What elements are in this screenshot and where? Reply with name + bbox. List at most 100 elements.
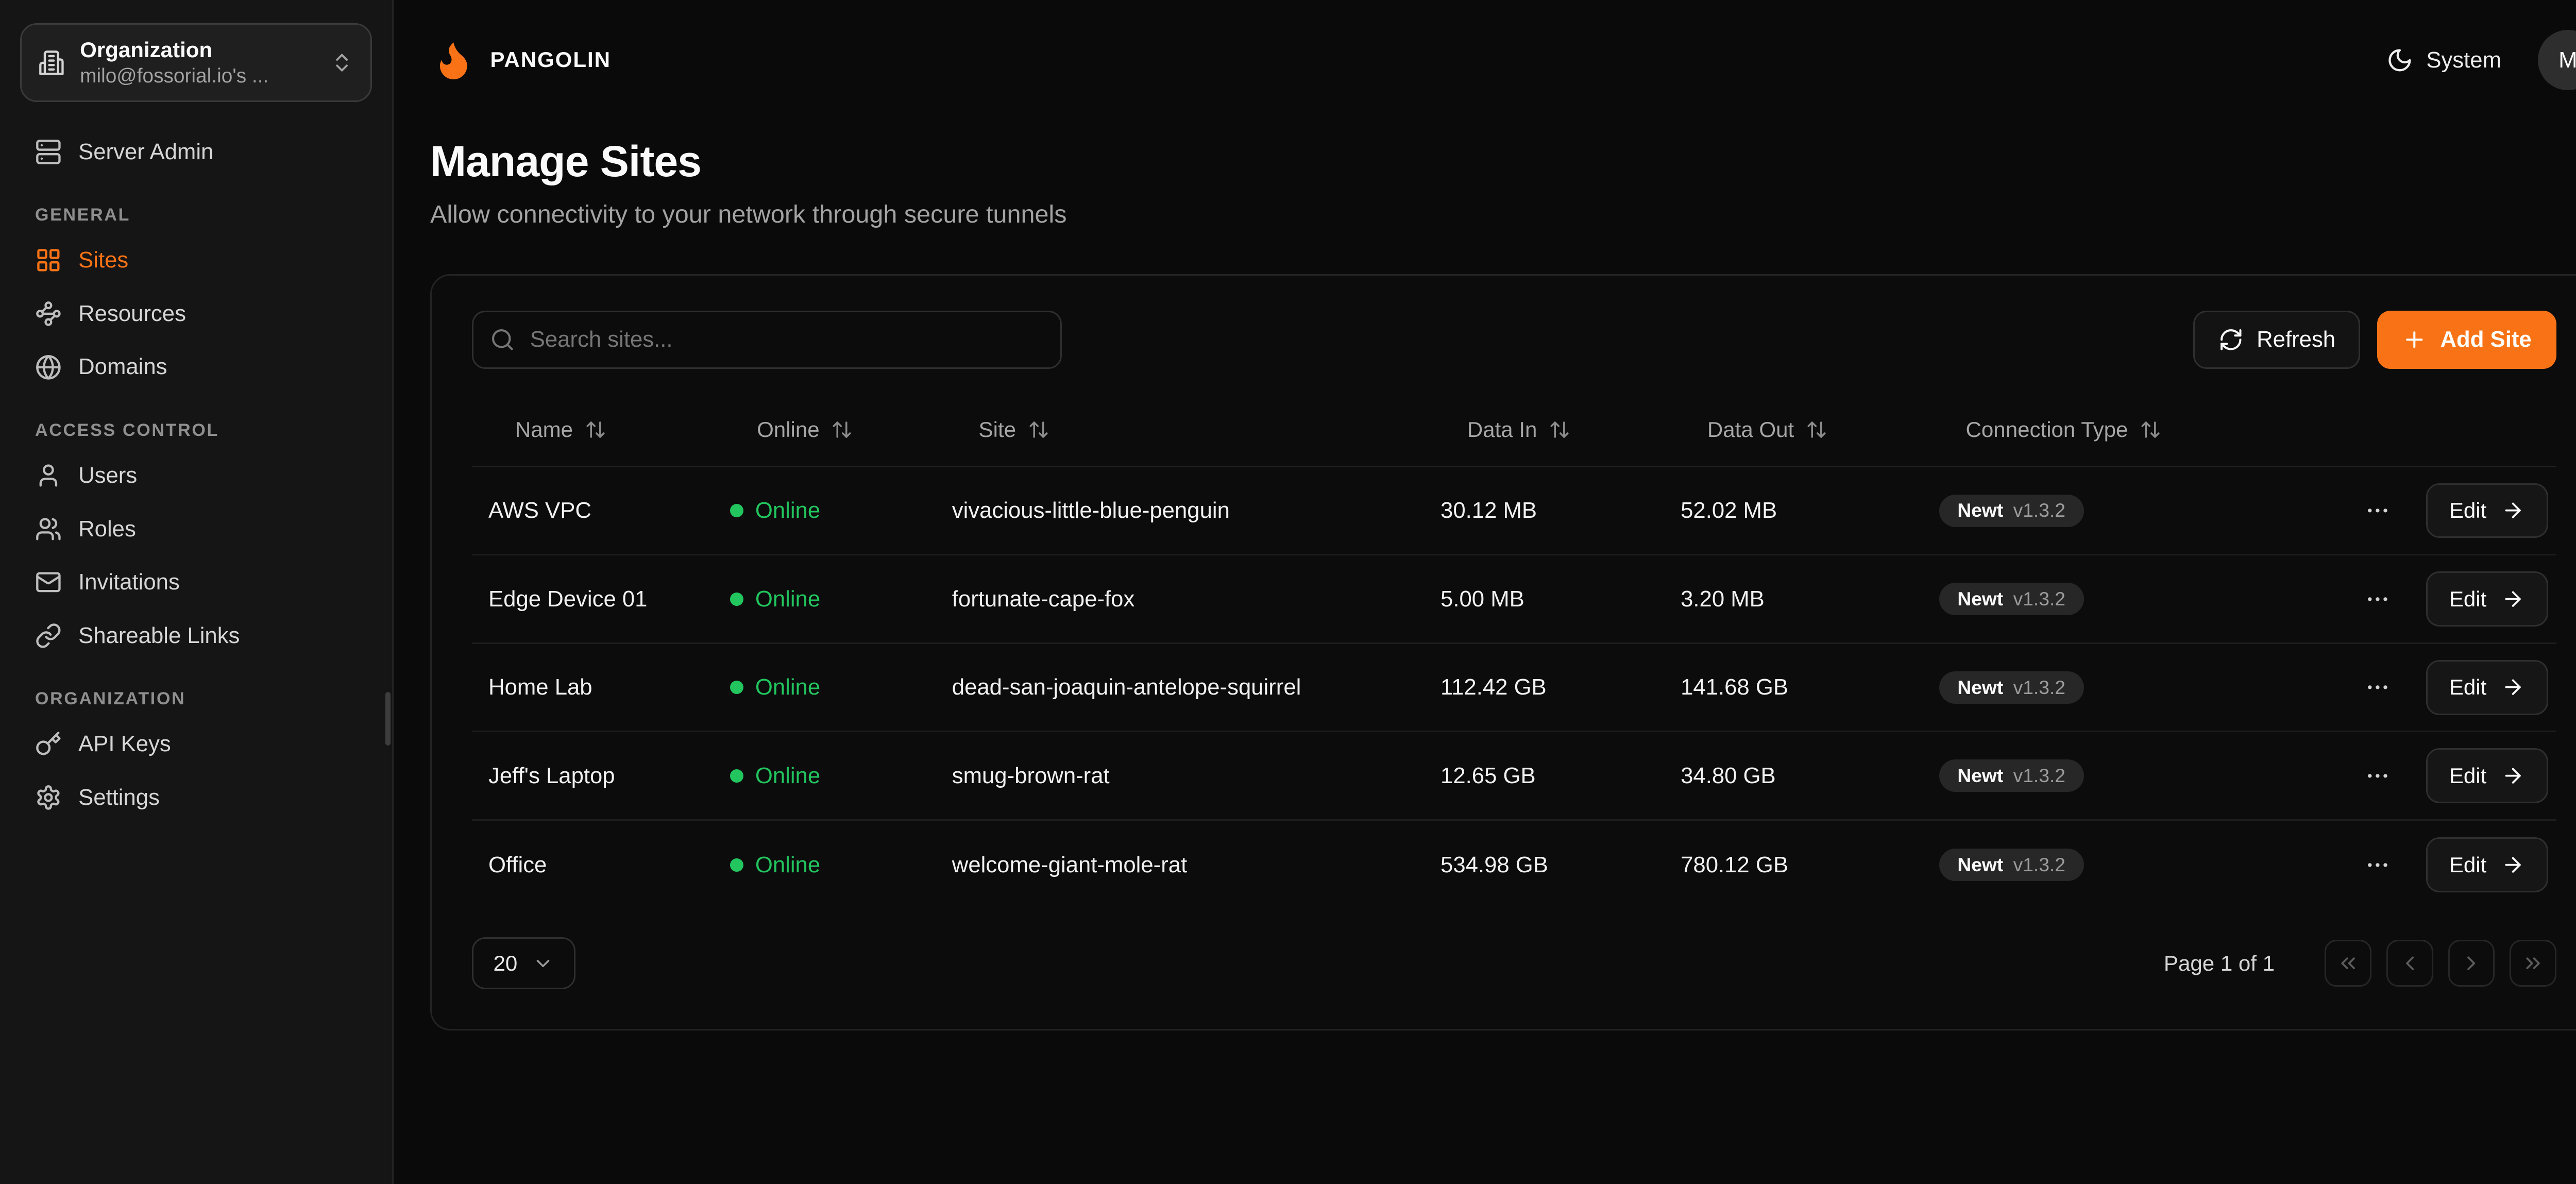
- column-header-label: Data In: [1467, 417, 1537, 442]
- sidebar-item-server-admin[interactable]: Server Admin: [20, 125, 372, 179]
- pagination: Page 1 of 1: [2164, 940, 2556, 987]
- column-header-online[interactable]: Online: [730, 417, 952, 442]
- sidebar-item-shareable-links[interactable]: Shareable Links: [20, 609, 372, 663]
- edit-button[interactable]: Edit: [2426, 748, 2548, 803]
- arrow-right-icon: [2501, 853, 2524, 876]
- edit-button[interactable]: Edit: [2426, 837, 2548, 892]
- sidebar-item-resources[interactable]: Resources: [20, 287, 372, 341]
- page-size-value: 20: [494, 951, 518, 976]
- column-header-connection-type[interactable]: Connection Type: [1939, 417, 2358, 442]
- data-out-cell: 34.80 GB: [1681, 763, 1939, 789]
- last-page-button[interactable]: [2510, 940, 2556, 987]
- edit-button-label: Edit: [2449, 498, 2486, 523]
- theme-toggle-button[interactable]: System: [2386, 47, 2501, 74]
- row-menu-button[interactable]: [2358, 490, 2398, 531]
- data-out-cell: 3.20 MB: [1681, 586, 1939, 612]
- user-icon: [35, 462, 62, 489]
- edit-button-label: Edit: [2449, 853, 2486, 877]
- sidebar-scrollbar-thumb[interactable]: [385, 692, 391, 746]
- sidebar: Organization milo@fossorial.io's ... Ser…: [0, 0, 394, 1184]
- sidebar-item-domains[interactable]: Domains: [20, 341, 372, 394]
- sidebar-item-settings[interactable]: Settings: [20, 771, 372, 824]
- add-site-button[interactable]: Add Site: [2377, 311, 2556, 369]
- chevron-left-icon: [2398, 952, 2421, 975]
- chevron-right-icon: [2460, 952, 2483, 975]
- sidebar-item-roles[interactable]: Roles: [20, 502, 372, 556]
- row-menu-button[interactable]: [2358, 667, 2398, 707]
- org-selector-subtitle: milo@fossorial.io's ...: [80, 64, 315, 89]
- page-size-select[interactable]: 20: [472, 937, 576, 989]
- sidebar-item-invitations[interactable]: Invitations: [20, 555, 372, 609]
- row-menu-button[interactable]: [2358, 579, 2398, 619]
- site-tunnel-name-cell: fortunate-cape-fox: [952, 586, 1440, 612]
- column-header-site[interactable]: Site: [952, 417, 1440, 442]
- ellipsis-icon: [2364, 852, 2391, 878]
- refresh-button[interactable]: Refresh: [2193, 311, 2360, 369]
- table-footer: 20 Page 1 of 1: [472, 937, 2556, 989]
- sidebar-section-access-control: ACCESS CONTROL: [35, 420, 357, 441]
- add-site-button-label: Add Site: [2441, 327, 2532, 352]
- column-header-data-out[interactable]: Data Out: [1681, 417, 1939, 442]
- data-out-cell: 52.02 MB: [1681, 498, 1939, 523]
- sidebar-item-label: Users: [78, 463, 137, 488]
- org-selector[interactable]: Organization milo@fossorial.io's ...: [20, 23, 372, 102]
- moon-icon: [2386, 47, 2413, 74]
- column-header-name[interactable]: Name: [488, 417, 730, 442]
- search-icon: [490, 327, 515, 352]
- toolbar-actions: Refresh Add Site: [2193, 311, 2556, 369]
- sidebar-item-sites[interactable]: Sites: [20, 234, 372, 287]
- site-tunnel-name-cell: welcome-giant-mole-rat: [952, 852, 1440, 878]
- row-menu-button[interactable]: [2358, 756, 2398, 796]
- edit-button-label: Edit: [2449, 764, 2486, 788]
- table-row: Office Online welcome-giant-mole-rat 534…: [472, 821, 2556, 909]
- online-status-label: Online: [755, 674, 820, 700]
- connection-type-badge: Newt v1.3.2: [1939, 759, 2084, 792]
- column-header-label: Connection Type: [1966, 417, 2128, 442]
- sidebar-nav: Server Admin GENERAL Sites Resources Dom…: [20, 125, 372, 824]
- site-online-cell: Online: [730, 763, 952, 789]
- edit-button[interactable]: Edit: [2426, 483, 2548, 538]
- pagination-buttons: [2325, 940, 2556, 987]
- key-icon: [35, 731, 62, 757]
- sidebar-item-api-keys[interactable]: API Keys: [20, 717, 372, 771]
- connection-type-version: v1.3.2: [2013, 678, 2065, 697]
- online-status-dot: [730, 593, 743, 606]
- row-menu-button[interactable]: [2358, 845, 2398, 885]
- search-input[interactable]: [472, 311, 1062, 369]
- column-header-data-in[interactable]: Data In: [1440, 417, 1681, 442]
- chevron-up-down-icon: [330, 51, 353, 74]
- connection-type-cell: Newt v1.3.2: [1939, 849, 2358, 881]
- column-header-label: Online: [757, 417, 820, 442]
- row-actions-cell: Edit: [2358, 748, 2556, 803]
- connection-type-name: Newt: [1957, 766, 2003, 785]
- column-header-label: Name: [515, 417, 573, 442]
- users-icon: [35, 516, 62, 543]
- next-page-button[interactable]: [2448, 940, 2495, 987]
- data-out-cell: 141.68 GB: [1681, 674, 1939, 700]
- user-avatar[interactable]: M: [2538, 30, 2576, 90]
- edit-button[interactable]: Edit: [2426, 571, 2548, 627]
- connection-type-name: Newt: [1957, 855, 2003, 874]
- connection-type-badge: Newt v1.3.2: [1939, 671, 2084, 704]
- row-actions-cell: Edit: [2358, 837, 2556, 892]
- edit-button-label: Edit: [2449, 587, 2486, 612]
- sort-icon: [1806, 419, 1827, 441]
- edit-button[interactable]: Edit: [2426, 660, 2548, 715]
- brand-home-link[interactable]: PANGOLIN: [430, 37, 611, 83]
- connection-type-version: v1.3.2: [2013, 501, 2065, 520]
- topbar: PANGOLIN System M: [430, 0, 2576, 90]
- online-status-dot: [730, 858, 743, 872]
- topbar-right: System M: [2386, 30, 2576, 90]
- sidebar-item-label: Settings: [78, 785, 160, 810]
- first-page-button[interactable]: [2325, 940, 2371, 987]
- online-status-label: Online: [755, 763, 820, 789]
- connection-type-cell: Newt v1.3.2: [1939, 583, 2358, 615]
- site-online-cell: Online: [730, 498, 952, 523]
- pangolin-logo-icon: [430, 37, 477, 83]
- online-status-label: Online: [755, 586, 820, 612]
- data-in-cell: 534.98 GB: [1440, 852, 1681, 878]
- previous-page-button[interactable]: [2386, 940, 2433, 987]
- site-tunnel-name-cell: vivacious-little-blue-penguin: [952, 498, 1440, 523]
- connection-type-cell: Newt v1.3.2: [1939, 495, 2358, 527]
- sidebar-item-users[interactable]: Users: [20, 449, 372, 502]
